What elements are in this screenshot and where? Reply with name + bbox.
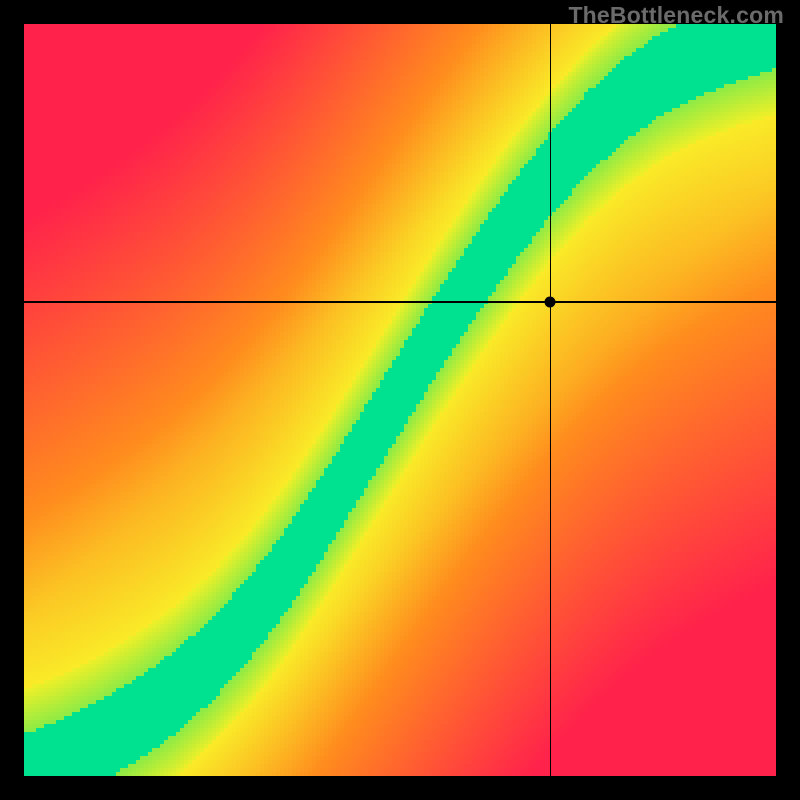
crosshair-vertical [550,24,552,776]
heatmap-canvas [24,24,776,776]
selection-marker [545,297,556,308]
chart-frame: TheBottleneck.com [0,0,800,800]
plot-area [24,24,776,776]
watermark-text: TheBottleneck.com [568,2,784,29]
crosshair-horizontal [24,301,776,303]
